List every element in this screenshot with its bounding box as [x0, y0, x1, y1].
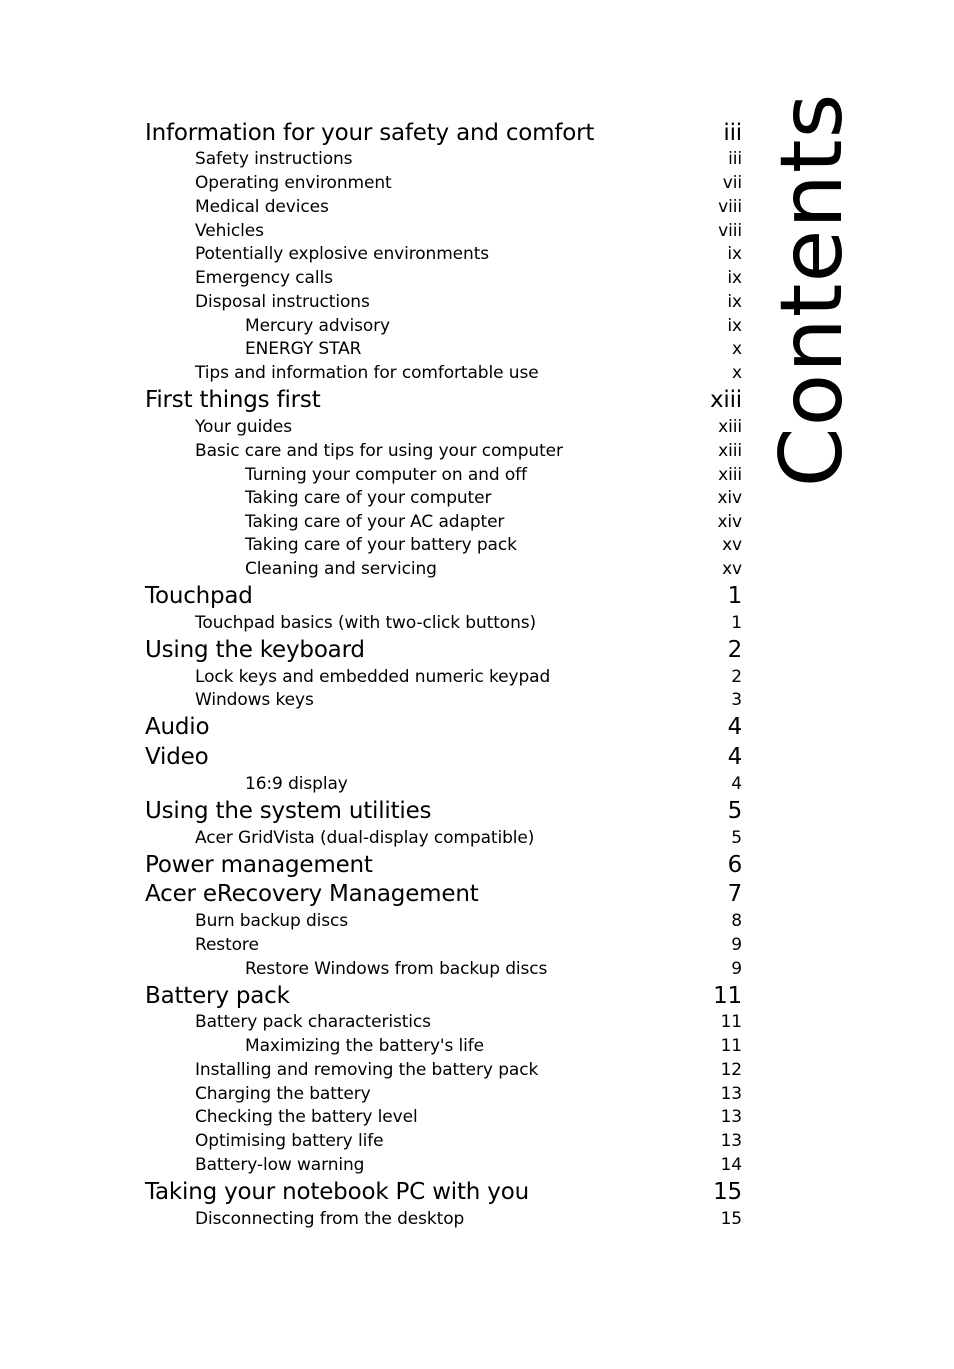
toc-entry-title[interactable]: Maximizing the battery's life: [245, 1036, 484, 1056]
toc-entry-title[interactable]: Information for your safety and comfort: [145, 120, 594, 146]
toc-entry-page-number[interactable]: xiii: [718, 465, 742, 485]
toc-entry-page-number[interactable]: 2: [728, 637, 743, 663]
toc-entry-page-number[interactable]: 4: [731, 774, 742, 794]
toc-entry-page-number[interactable]: 4: [728, 714, 743, 740]
toc-entry-page-number[interactable]: xiii: [718, 441, 742, 461]
toc-entry-page-number[interactable]: xiv: [717, 512, 742, 532]
toc-entry-title[interactable]: Basic care and tips for using your compu…: [195, 441, 563, 461]
toc-entry-page-number[interactable]: x: [732, 339, 742, 359]
toc-entry-title[interactable]: Taking care of your AC adapter: [245, 512, 504, 532]
toc-entry-page-number[interactable]: 12: [721, 1060, 743, 1080]
toc-entry-title[interactable]: Restore Windows from backup discs: [245, 959, 547, 979]
toc-entry-page-number[interactable]: 13: [721, 1084, 743, 1104]
toc-entry-page-number[interactable]: 5: [731, 828, 742, 848]
toc-entry-page-number[interactable]: 6: [728, 852, 743, 878]
table-of-contents: Information for your safety and comfort i…: [0, 0, 954, 1369]
toc-entry-page-number[interactable]: 15: [713, 1179, 742, 1205]
toc-entry-page-number[interactable]: xiii: [718, 417, 742, 437]
toc-entry-page-number[interactable]: xiii: [710, 387, 742, 413]
toc-entry-title[interactable]: Checking the battery level: [195, 1107, 418, 1127]
toc-entry-page-number[interactable]: 8: [731, 911, 742, 931]
toc-entry-title[interactable]: Mercury advisory: [245, 316, 390, 336]
toc-entry-title[interactable]: Potentially explosive environments: [195, 244, 489, 264]
toc-entry-title[interactable]: Taking care of your battery pack: [245, 535, 517, 555]
toc-entry-title[interactable]: Burn backup discs: [195, 911, 348, 931]
toc-entry-title[interactable]: Charging the battery: [195, 1084, 371, 1104]
toc-entry-page-number[interactable]: 4: [728, 744, 743, 770]
toc-entry-title[interactable]: Turning your computer on and off: [245, 465, 527, 485]
toc-entry-title[interactable]: Tips and information for comfortable use: [195, 363, 539, 383]
toc-entry-page-number[interactable]: x: [732, 363, 742, 383]
toc-entry-title[interactable]: Touchpad basics (with two-click buttons): [195, 613, 536, 633]
toc-entry-title[interactable]: Touchpad: [145, 583, 253, 609]
toc-entry-page-number[interactable]: viii: [718, 221, 742, 241]
toc-entry-page-number[interactable]: 9: [731, 959, 742, 979]
toc-entry-page-number[interactable]: 3: [731, 690, 742, 710]
toc-entry-title[interactable]: Acer GridVista (dual-display compatible): [195, 828, 534, 848]
toc-entry-page-number[interactable]: xv: [722, 535, 742, 555]
toc-entry-page-number[interactable]: 13: [721, 1131, 743, 1151]
toc-entry-title[interactable]: Vehicles: [195, 221, 264, 241]
toc-entry-title[interactable]: Emergency calls: [195, 268, 333, 288]
toc-entry-page-number[interactable]: 11: [721, 1012, 743, 1032]
toc-entry-page-number[interactable]: 13: [721, 1107, 743, 1127]
toc-entry-title[interactable]: Audio: [145, 714, 210, 740]
toc-entry-title[interactable]: ENERGY STAR: [245, 339, 361, 359]
toc-entry-page-number[interactable]: vii: [723, 173, 742, 193]
toc-entry-title[interactable]: Video: [145, 744, 209, 770]
toc-entry-title[interactable]: 16:9 display: [245, 774, 348, 794]
toc-entry-title[interactable]: Power management: [145, 852, 373, 878]
toc-entry-page-number[interactable]: 2: [731, 667, 742, 687]
toc-entry-page-number[interactable]: ix: [727, 292, 742, 312]
toc-entry-title[interactable]: Disposal instructions: [195, 292, 370, 312]
toc-entry-title[interactable]: Lock keys and embedded numeric keypad: [195, 667, 550, 687]
toc-entry-page-number[interactable]: xv: [722, 559, 742, 579]
toc-entry-title[interactable]: Safety instructions: [195, 149, 353, 169]
toc-entry-page-number[interactable]: ix: [727, 268, 742, 288]
toc-entry-page-number[interactable]: 7: [728, 881, 743, 907]
toc-entry-title[interactable]: Using the system utilities: [145, 798, 432, 824]
toc-entry-page-number[interactable]: 15: [721, 1209, 743, 1229]
toc-entry-page-number[interactable]: iii: [728, 149, 742, 169]
toc-entry-title[interactable]: Your guides: [195, 417, 292, 437]
toc-entry-title[interactable]: Optimising battery life: [195, 1131, 384, 1151]
toc-entry-page-number[interactable]: 5: [728, 798, 743, 824]
toc-entry-page-number[interactable]: 11: [713, 983, 742, 1009]
toc-entry-title[interactable]: Restore: [195, 935, 259, 955]
toc-entry-page-number[interactable]: 9: [731, 935, 742, 955]
toc-entry-page-number[interactable]: ix: [727, 316, 742, 336]
toc-entry-page-number[interactable]: 14: [721, 1155, 743, 1175]
toc-entry-title[interactable]: Battery pack: [145, 983, 290, 1009]
toc-entry-page-number[interactable]: viii: [718, 197, 742, 217]
toc-entry-title[interactable]: Taking care of your computer: [245, 488, 491, 508]
toc-entry-title[interactable]: Windows keys: [195, 690, 314, 710]
toc-entry-title[interactable]: Taking your notebook PC with you: [145, 1179, 529, 1205]
toc-entry-title[interactable]: Acer eRecovery Management: [145, 881, 479, 907]
toc-entry-page-number[interactable]: iii: [723, 120, 742, 146]
toc-entry-title[interactable]: Using the keyboard: [145, 637, 365, 663]
toc-entry-title[interactable]: Operating environment: [195, 173, 392, 193]
toc-entry-page-number[interactable]: xiv: [717, 488, 742, 508]
toc-entry-title[interactable]: First things first: [145, 387, 321, 413]
toc-entry-title[interactable]: Disconnecting from the desktop: [195, 1209, 464, 1229]
toc-entry-title[interactable]: Battery-low warning: [195, 1155, 364, 1175]
toc-entry-page-number[interactable]: 1: [728, 583, 743, 609]
toc-entry-title[interactable]: Medical devices: [195, 197, 329, 217]
toc-entry-page-number[interactable]: 11: [721, 1036, 743, 1056]
toc-entry-title[interactable]: Battery pack characteristics: [195, 1012, 431, 1032]
toc-entry-page-number[interactable]: ix: [727, 244, 742, 264]
toc-entry-page-number[interactable]: 1: [731, 613, 742, 633]
toc-entry-title[interactable]: Cleaning and servicing: [245, 559, 437, 579]
toc-entry-title[interactable]: Installing and removing the battery pack: [195, 1060, 538, 1080]
